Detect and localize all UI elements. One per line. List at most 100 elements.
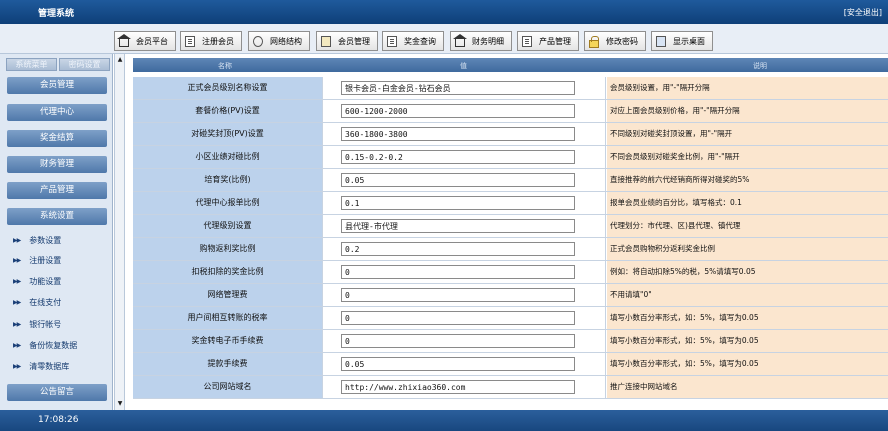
sidebar-section-bonus-settlement[interactable]: 奖金结算 xyxy=(7,130,107,147)
toolbar-button-label: 注册会员 xyxy=(202,36,234,46)
toolbar-register-member-button[interactable]: 注册会员 xyxy=(180,31,242,51)
sidebar-item-registration-settings[interactable]: ▶▶ 注册设置 xyxy=(13,254,61,266)
column-header-name: 名称 xyxy=(218,62,232,70)
toolbar-member-management-button[interactable]: 会员管理 xyxy=(316,31,378,51)
setting-input[interactable] xyxy=(341,265,575,279)
row-value-cell xyxy=(324,77,606,99)
table-row: 代理级别设置 代理划分：市代理、区)县代理、镇代理 xyxy=(133,215,888,238)
table-row: 培育奖(比例) 直接推荐的前六代经销商所得对碰奖的5% xyxy=(133,169,888,192)
sidebar-item-label: 注册设置 xyxy=(29,255,62,265)
setting-input[interactable] xyxy=(341,242,575,256)
row-label: 用户间相互转账的税率 xyxy=(133,307,323,329)
toolbar-product-management-button[interactable]: 产品管理 xyxy=(517,31,579,51)
toolbar-button-label: 会员平台 xyxy=(136,36,168,46)
row-value-cell xyxy=(324,238,606,260)
row-note: 推广连接中网站域名 xyxy=(607,376,888,398)
double-arrow-icon: ▶▶ xyxy=(13,341,21,349)
toolbar-button-label: 奖金查询 xyxy=(404,36,436,46)
toolbar-network-structure-button[interactable]: 网络结构 xyxy=(248,31,310,51)
clock: 17:08:26 xyxy=(38,415,79,425)
sidebar-tabs: 系统菜单 密码设置 xyxy=(6,58,110,72)
document-icon xyxy=(522,35,532,47)
setting-input[interactable] xyxy=(341,127,575,141)
toolbar-button-label: 会员管理 xyxy=(338,36,370,46)
sidebar-section-product-management[interactable]: 产品管理 xyxy=(7,182,107,199)
row-value-cell xyxy=(324,123,606,145)
row-label: 代理级别设置 xyxy=(133,215,323,237)
row-value-cell xyxy=(324,307,606,329)
scroll-up-arrow-icon[interactable]: ▲ xyxy=(116,56,124,64)
setting-input[interactable] xyxy=(341,380,575,394)
setting-input[interactable] xyxy=(341,81,575,95)
table-row: 扣税扣除的奖金比例 例如：将自动扣除5%的税，5%请填写0.05 xyxy=(133,261,888,284)
toolbar-button-label: 显示桌面 xyxy=(673,36,705,46)
system-title: 管理系统 xyxy=(38,9,75,19)
document-icon xyxy=(387,35,397,47)
status-bar: 17:08:26 xyxy=(0,410,888,431)
row-value-cell xyxy=(324,353,606,375)
sidebar-item-clear-database[interactable]: ▶▶ 清零数据库 xyxy=(13,360,69,372)
double-arrow-icon: ▶▶ xyxy=(13,320,21,328)
column-header-description: 说明 xyxy=(753,62,767,70)
setting-input[interactable] xyxy=(341,334,575,348)
row-label: 小区业绩对碰比例 xyxy=(133,146,323,168)
sidebar-section-member-management[interactable]: 会员管理 xyxy=(7,77,107,94)
toolbar-finance-detail-button[interactable]: 财务明细 xyxy=(450,31,512,51)
toolbar-button-label: 网络结构 xyxy=(270,36,302,46)
sidebar-item-label: 参数设置 xyxy=(29,235,62,245)
setting-input[interactable] xyxy=(341,104,575,118)
sidebar-item-bank-account[interactable]: ▶▶ 银行帐号 xyxy=(13,318,61,330)
row-value-cell xyxy=(324,146,606,168)
row-value-cell xyxy=(324,169,606,191)
scroll-down-arrow-icon[interactable]: ▼ xyxy=(116,400,124,408)
toolbar-change-password-button[interactable]: 修改密码 xyxy=(584,31,646,51)
setting-input[interactable] xyxy=(341,173,575,187)
sidebar-section-system-settings[interactable]: 系统设置 xyxy=(7,208,107,225)
table-row: 小区业绩对碰比例 不同会员级别对碰奖金比例，用"-"隔开 xyxy=(133,146,888,169)
sidebar-section-announcements[interactable]: 公告留言 xyxy=(7,384,107,401)
double-arrow-icon: ▶▶ xyxy=(13,256,21,264)
toolbar-member-platform-button[interactable]: 会员平台 xyxy=(114,31,176,51)
setting-input[interactable] xyxy=(341,311,575,325)
row-value-cell xyxy=(324,376,606,398)
table-row: 用户间相互转账的税率 填写小数百分率形式，如：5%，填写为0.05 xyxy=(133,307,888,330)
network-icon xyxy=(253,35,263,47)
tab-password-settings[interactable]: 密码设置 xyxy=(59,58,110,71)
row-value-cell xyxy=(324,192,606,214)
setting-input[interactable] xyxy=(341,357,575,371)
toolbar-show-desktop-button[interactable]: 显示桌面 xyxy=(651,31,713,51)
table-row: 代理中心报单比例 报单会员业绩的百分比，填写格式：0.1 xyxy=(133,192,888,215)
row-note: 会员级别设置，用"-"隔开分隔 xyxy=(607,77,888,99)
tab-system-menu[interactable]: 系统菜单 xyxy=(6,58,57,71)
double-arrow-icon: ▶▶ xyxy=(13,277,21,285)
row-note: 报单会员业绩的百分比，填写格式：0.1 xyxy=(607,192,888,214)
sidebar: 系统菜单 密码设置 会员管理 代理中心 奖金结算 财务管理 产品管理 系统设置 … xyxy=(0,54,113,410)
sidebar-item-online-payment[interactable]: ▶▶ 在线支付 xyxy=(13,296,61,308)
setting-input[interactable] xyxy=(341,150,575,164)
toolbar: 会员平台 注册会员 网络结构 会员管理 奖金查询 财务明细 产品管理 修改密码 xyxy=(0,24,888,54)
sidebar-item-parameter-settings[interactable]: ▶▶ 参数设置 xyxy=(13,234,61,246)
row-note: 不用请填"0" xyxy=(607,284,888,306)
table-row: 网络管理费 不用请填"0" xyxy=(133,284,888,307)
logout-link[interactable]: [安全退出] xyxy=(844,7,882,18)
setting-input[interactable] xyxy=(341,288,575,302)
house-icon xyxy=(117,34,131,47)
sidebar-section-agent-center[interactable]: 代理中心 xyxy=(7,104,107,121)
row-value-cell xyxy=(324,261,606,283)
table-header: 名称 值 说明 xyxy=(133,58,888,72)
column-header-value: 值 xyxy=(460,62,467,70)
sidebar-item-label: 备份恢复数据 xyxy=(29,340,78,350)
table-row: 公司网站域名 推广连接中网站域名 xyxy=(133,376,888,399)
desktop-icon xyxy=(656,35,666,47)
setting-input[interactable] xyxy=(341,219,575,233)
setting-input[interactable] xyxy=(341,196,575,210)
toolbar-button-label: 修改密码 xyxy=(606,36,638,46)
app-window: 管理系统 [安全退出] 会员平台 注册会员 网络结构 会员管理 奖金查询 财务明… xyxy=(0,0,888,431)
sidebar-scrollbar[interactable]: ▲ ▼ xyxy=(114,54,125,410)
sidebar-item-backup-restore[interactable]: ▶▶ 备份恢复数据 xyxy=(13,339,77,351)
sidebar-item-feature-settings[interactable]: ▶▶ 功能设置 xyxy=(13,275,61,287)
toolbar-bonus-query-button[interactable]: 奖金查询 xyxy=(382,31,444,51)
row-note: 填写小数百分率形式，如：5%，填写为0.05 xyxy=(607,330,888,352)
row-note: 正式会员购物积分返利奖金比例 xyxy=(607,238,888,260)
sidebar-section-finance-management[interactable]: 财务管理 xyxy=(7,156,107,173)
